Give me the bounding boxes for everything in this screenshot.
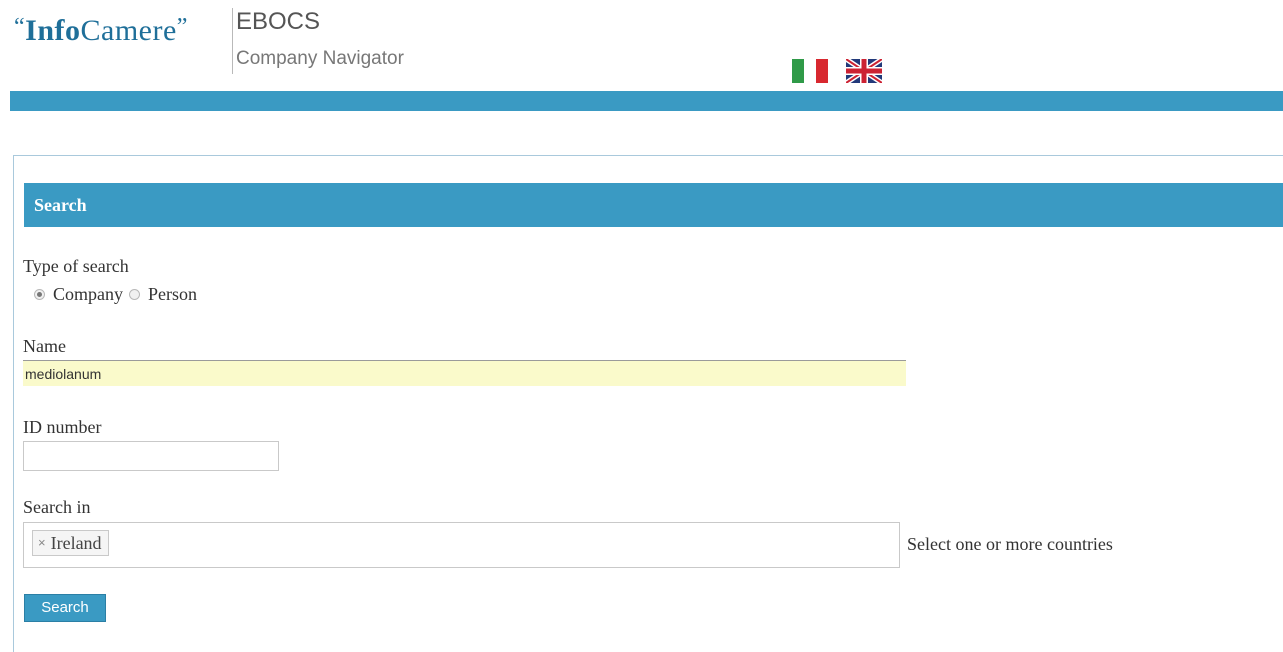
person-radio[interactable] [129, 288, 140, 300]
id-number-label: ID number [23, 417, 102, 437]
infocamere-logo: “InfoCamere” [14, 14, 188, 48]
page: “InfoCamere” EBOCS Company Navigator Sea… [0, 0, 1283, 652]
chip-remove-icon[interactable]: × [38, 531, 46, 555]
uk-flag-icon[interactable] [846, 59, 882, 83]
country-chip-label: Ireland [50, 533, 102, 553]
header-divider [232, 8, 233, 74]
country-chip-ireland: × Ireland [32, 530, 109, 556]
type-of-search-radios: Company Person [34, 282, 203, 306]
search-button[interactable]: Search [24, 594, 106, 622]
italy-flag-icon[interactable] [792, 59, 828, 83]
search-in-label: Search in [23, 497, 91, 517]
type-of-search-label: Type of search [23, 256, 129, 276]
search-panel: Search Type of search Company Person Nam… [13, 155, 1283, 652]
country-help-text: Select one or more countries [907, 534, 1113, 554]
app-subtitle: Company Navigator [236, 48, 404, 69]
panel-title: Search [24, 183, 1283, 227]
logo-camere-text: Camere [80, 14, 177, 47]
header-band [10, 91, 1283, 111]
logo-info-text: Info [25, 14, 81, 47]
logo-close-quote: ” [176, 14, 188, 40]
company-radio-label[interactable]: Company [53, 284, 123, 305]
id-number-input[interactable] [23, 441, 279, 471]
person-radio-label[interactable]: Person [148, 284, 197, 305]
name-input[interactable] [23, 360, 906, 386]
logo-open-quote: “ [14, 14, 26, 40]
name-label: Name [23, 336, 66, 356]
country-select[interactable]: × Ireland [23, 522, 900, 568]
app-title: EBOCS [236, 8, 321, 35]
company-radio[interactable] [34, 288, 45, 300]
